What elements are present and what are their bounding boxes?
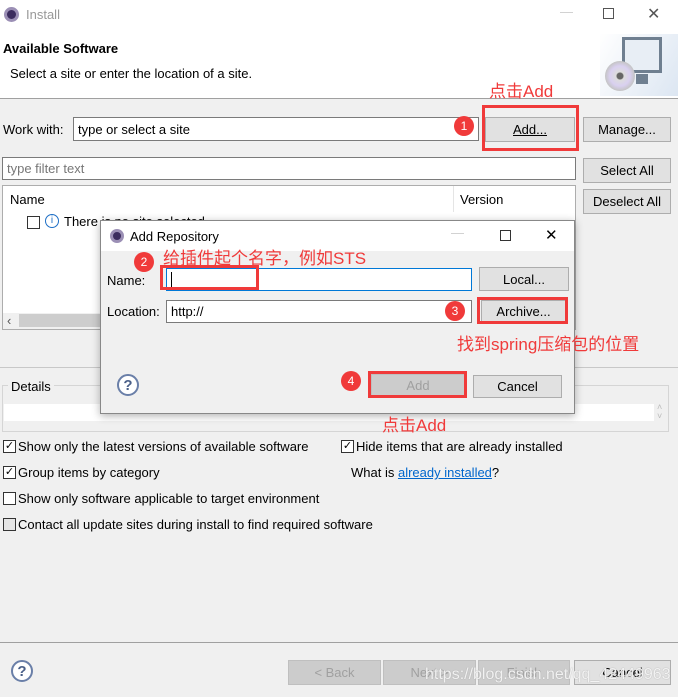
option-hide-installed-label: Hide items that are already installed [356, 439, 563, 454]
option-group-checkbox[interactable]: ✓ [3, 466, 16, 479]
window-title: Install [26, 7, 60, 22]
manage-label: Manage... [598, 122, 656, 137]
annotation-step-1: 1 [454, 116, 474, 136]
annotation-box-name [160, 265, 259, 290]
location-input[interactable]: http:// [166, 300, 472, 323]
help-icon[interactable]: ? [11, 660, 33, 682]
annotation-step-2: 2 [134, 252, 154, 272]
what-is-suffix: ? [491, 465, 500, 480]
close-icon[interactable]: ✕ [647, 4, 660, 24]
details-label: Details [8, 379, 54, 394]
details-scroll-icon[interactable]: ˄ ˅ [657, 403, 662, 421]
annotation-click-add-2: 点击Add [382, 416, 447, 435]
manage-button[interactable]: Manage... [583, 117, 671, 142]
maximize-icon[interactable] [603, 8, 614, 19]
option-hide-installed-checkbox[interactable]: ✓ [341, 440, 354, 453]
minimize-icon[interactable]: — [560, 4, 573, 19]
dialog-cancel-button[interactable]: Cancel [473, 375, 562, 398]
annotation-box-add [482, 105, 579, 151]
work-with-label: Work with: [3, 122, 64, 137]
info-icon: i [45, 214, 59, 228]
dialog-maximize-icon[interactable] [500, 230, 511, 241]
dialog-minimize-icon[interactable]: — [451, 225, 464, 240]
title-bar: Install — ✕ [0, 0, 678, 30]
column-version[interactable]: Version [460, 192, 503, 207]
dialog-close-icon[interactable]: ✕ [545, 226, 558, 244]
option-target-env-label: Show only software applicable to target … [18, 491, 320, 506]
option-contact-sites-label: Contact all update sites during install … [18, 517, 373, 532]
deselect-all-button[interactable]: Deselect All [583, 189, 671, 214]
annotation-step-4: 4 [341, 371, 361, 391]
location-label: Location: [107, 304, 160, 319]
dialog-title: Add Repository [130, 229, 219, 244]
option-latest-label: Show only the latest versions of availab… [18, 439, 309, 454]
option-group-label: Group items by category [18, 465, 160, 480]
scroll-left-icon[interactable]: ‹ [7, 313, 11, 328]
dialog-help-icon[interactable]: ? [117, 374, 139, 396]
what-is-text: What is already installed? [351, 465, 499, 480]
annotation-box-dialog-add [368, 371, 467, 398]
what-is-prefix: What is [351, 465, 398, 480]
annotation-click-add-1: 点击Add [489, 82, 554, 101]
work-with-combo[interactable]: type or select a site [73, 117, 479, 141]
select-all-button[interactable]: Select All [583, 158, 671, 183]
page-title: Available Software [3, 41, 119, 56]
install-banner-icon [600, 34, 678, 96]
annotation-box-archive [477, 297, 568, 324]
annotation-step-3: 3 [445, 301, 465, 321]
option-contact-sites-checkbox[interactable] [3, 518, 16, 531]
back-button[interactable]: < Back [288, 660, 381, 685]
already-installed-link[interactable]: already installed [398, 465, 492, 480]
name-label: Name: [107, 273, 146, 288]
watermark: https://blog.csdn.net/qq_42449963 [425, 666, 671, 683]
local-button[interactable]: Local... [479, 267, 569, 291]
header-banner: Available Software Select a site or ente… [0, 30, 678, 99]
option-latest-checkbox[interactable]: ✓ [3, 440, 16, 453]
page-subtitle: Select a site or enter the location of a… [10, 66, 253, 81]
footer-separator [0, 642, 678, 643]
option-target-env-checkbox[interactable] [3, 492, 16, 505]
eclipse-icon [4, 7, 19, 22]
filter-input[interactable]: type filter text [2, 157, 576, 180]
annotation-archive-hint: 找到spring压缩包的位置 [457, 335, 640, 354]
eclipse-icon [110, 229, 124, 243]
row-checkbox[interactable] [27, 216, 40, 229]
column-name[interactable]: Name [10, 192, 45, 207]
